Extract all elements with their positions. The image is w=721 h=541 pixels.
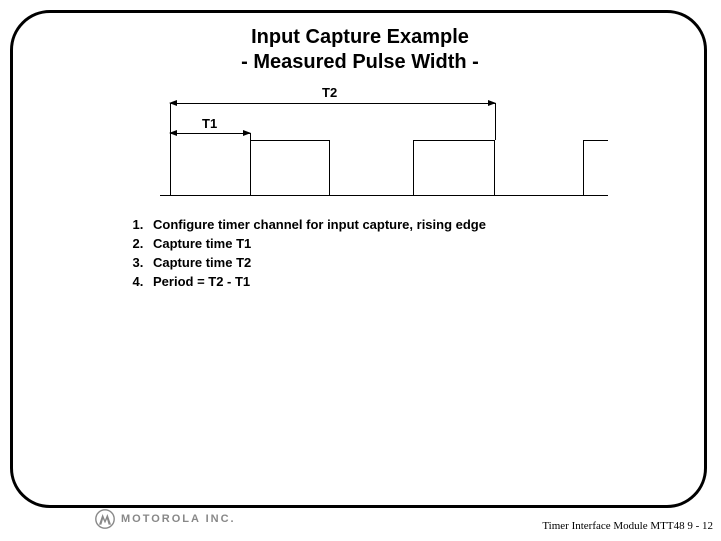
riser-line — [170, 103, 171, 195]
brand-text: MOTOROLA INC. — [121, 513, 236, 525]
list-item: Capture time T2 — [147, 253, 690, 272]
list-item: Configure timer channel for input captur… — [147, 215, 690, 234]
motorola-icon — [95, 509, 115, 529]
riser-line — [250, 133, 251, 140]
riser-line — [495, 103, 496, 140]
slide-title: Input Capture Example - Measured Pulse W… — [30, 25, 690, 75]
waveform-pulse — [250, 140, 330, 195]
t2-arrow — [170, 103, 495, 104]
t1-label: T1 — [202, 116, 217, 131]
steps-list: Configure timer channel for input captur… — [125, 215, 690, 291]
brand-logo: MOTOROLA INC. — [95, 509, 236, 529]
t2-label: T2 — [322, 85, 337, 100]
slide-content: Input Capture Example - Measured Pulse W… — [30, 25, 690, 291]
waveform-baseline — [160, 195, 608, 196]
page-footer-label: Timer Interface Module MTT48 9 - 12 — [542, 520, 713, 532]
title-line-2: - Measured Pulse Width - — [241, 51, 479, 73]
title-line-1: Input Capture Example — [251, 26, 469, 48]
timing-diagram: T2 T1 — [170, 85, 620, 200]
list-item: Capture time T1 — [147, 234, 690, 253]
t1-arrow — [170, 133, 250, 134]
list-item: Period = T2 - T1 — [147, 272, 690, 291]
waveform-pulse — [583, 140, 608, 195]
waveform-pulse — [413, 140, 495, 195]
